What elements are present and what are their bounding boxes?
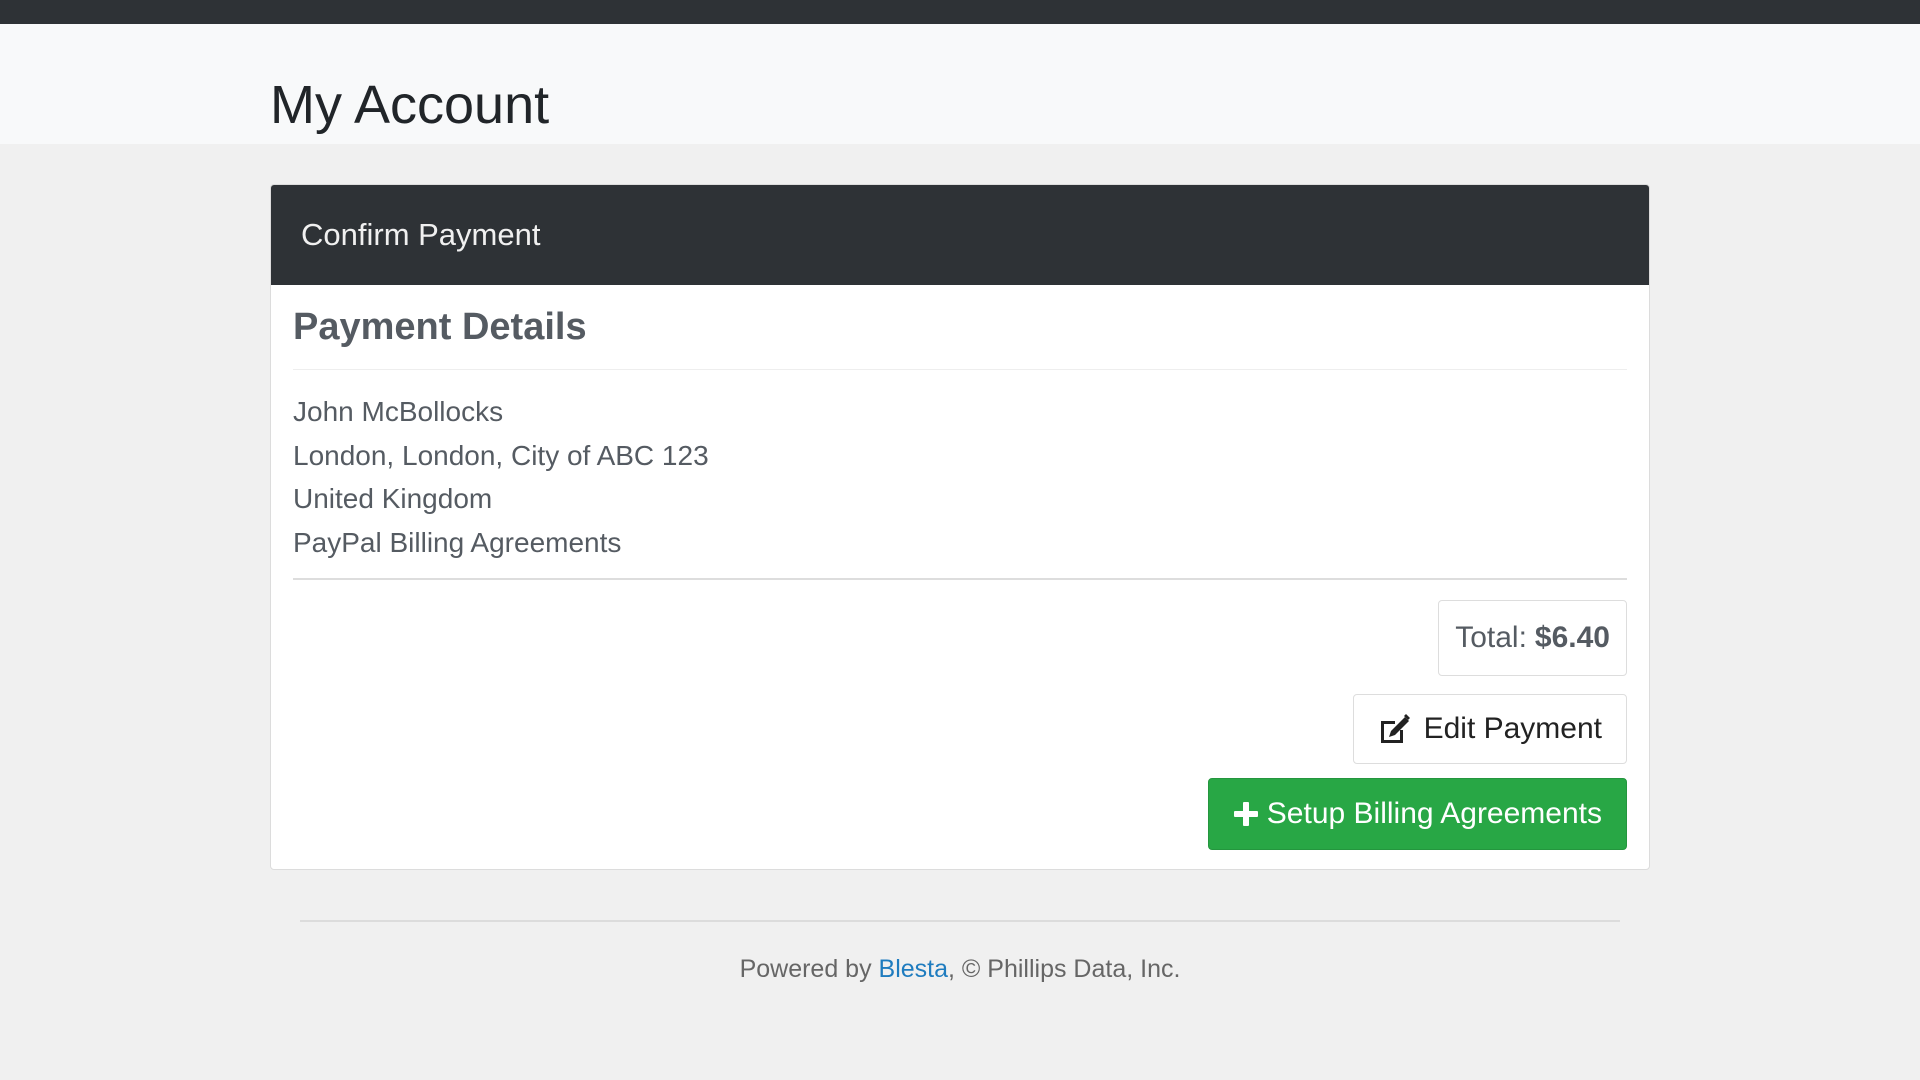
payment-actions: Total: $6.40 Edit Payment Setup Billing … bbox=[293, 580, 1627, 850]
edit-payment-button[interactable]: Edit Payment bbox=[1352, 694, 1627, 764]
page-title: My Account bbox=[270, 75, 550, 135]
card-body: Payment Details John McBollocks London, … bbox=[271, 285, 1649, 850]
address-line-city: London, London, City of ABC 123 bbox=[293, 439, 709, 471]
confirm-payment-card: Confirm Payment Payment Details John McB… bbox=[270, 184, 1650, 870]
edit-icon bbox=[1380, 714, 1410, 743]
setup-billing-agreements-button[interactable]: Setup Billing Agreements bbox=[1207, 778, 1627, 850]
address-line-country: United Kingdom bbox=[293, 483, 493, 514]
total-box: Total: $6.40 bbox=[1438, 600, 1627, 676]
footer: Powered by Blesta, © Phillips Data, Inc. bbox=[0, 955, 1920, 984]
plus-icon bbox=[1233, 802, 1258, 826]
edit-payment-label: Edit Payment bbox=[1423, 712, 1602, 745]
billing-address: John McBollocks London, London, City of … bbox=[293, 370, 1627, 564]
card-header: Confirm Payment bbox=[271, 185, 1649, 285]
footer-divider bbox=[300, 920, 1620, 922]
payment-method: PayPal Billing Agreements bbox=[293, 526, 622, 558]
blesta-link[interactable]: Blesta bbox=[879, 955, 948, 983]
footer-copyright: , © Phillips Data, Inc. bbox=[948, 955, 1181, 983]
payment-details-heading: Payment Details bbox=[293, 306, 587, 348]
total-label: Total: bbox=[1455, 621, 1527, 654]
card-title: Confirm Payment bbox=[301, 217, 541, 252]
page-header: My Account bbox=[0, 24, 1920, 144]
setup-billing-label: Setup Billing Agreements bbox=[1266, 797, 1602, 830]
footer-prefix: Powered by bbox=[739, 955, 879, 983]
top-navbar bbox=[0, 0, 1920, 24]
total-amount: $6.40 bbox=[1534, 621, 1610, 654]
address-line-name: John McBollocks bbox=[293, 396, 504, 427]
